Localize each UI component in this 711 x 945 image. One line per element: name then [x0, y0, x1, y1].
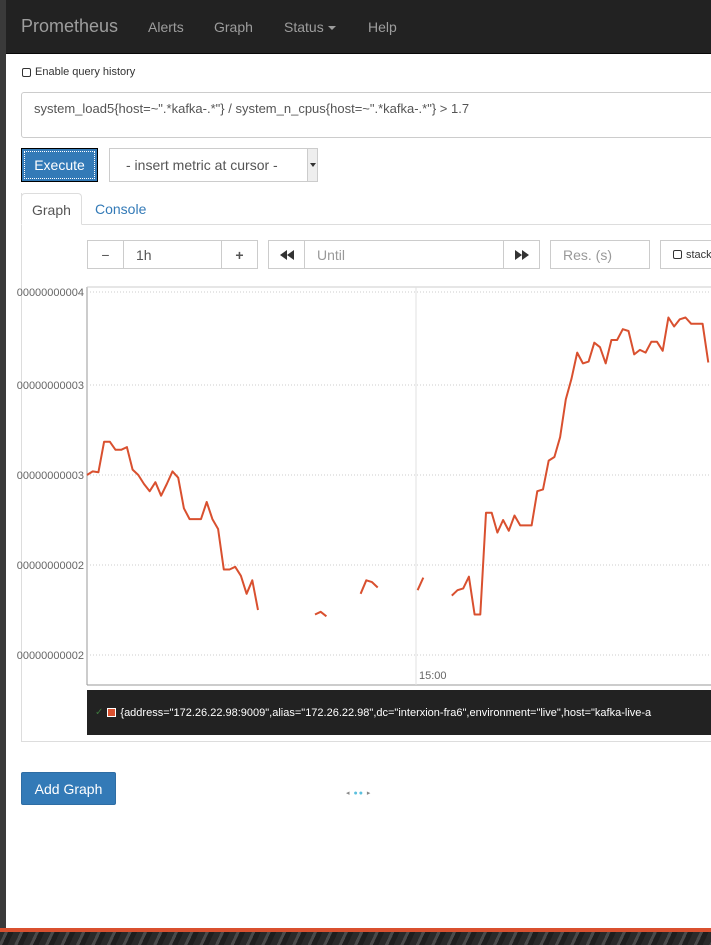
forward-button[interactable]: [503, 240, 540, 269]
stacked-checkbox[interactable]: [673, 250, 682, 259]
caret-down-icon: [327, 26, 336, 31]
y-tick-label: 00000000003: [17, 380, 84, 392]
x-tick-label: 15:00: [419, 670, 447, 682]
y-tick-label: 00000000004: [17, 287, 84, 299]
series-line: [314, 610, 328, 618]
series-line: [451, 316, 710, 616]
check-icon: ✓: [95, 707, 104, 718]
nav-status-label: Status: [284, 19, 324, 35]
select-arrow-icon: [307, 149, 317, 181]
range-input[interactable]: 1h: [123, 240, 222, 269]
nav-status[interactable]: Status: [284, 19, 336, 35]
resolution-input[interactable]: Res. (s): [550, 240, 650, 269]
tab-graph[interactable]: Graph: [21, 193, 82, 225]
add-graph-button[interactable]: Add Graph: [21, 772, 116, 805]
metric-select[interactable]: - insert metric at cursor -: [109, 148, 318, 182]
brand-link[interactable]: Prometheus: [21, 16, 118, 37]
expression-input[interactable]: system_load5{host=~".*kafka-.*"} / syste…: [21, 92, 711, 138]
y-tick-label: 00000000002: [17, 650, 84, 662]
navbar: Prometheus Alerts Graph Status Help: [6, 0, 711, 54]
back-button[interactable]: [268, 240, 305, 269]
legend-series-label[interactable]: {address="172.26.22.98:9009",alias="172.…: [120, 707, 651, 719]
series-line: [416, 577, 425, 591]
stacked-label: stack: [686, 248, 711, 261]
series-swatch: [107, 708, 117, 717]
y-tick-label: 00000000003: [17, 470, 84, 482]
panel-tabs: Graph Console: [21, 193, 711, 225]
series-line: [86, 440, 259, 611]
fast-backward-icon: [279, 249, 294, 260]
nav-help[interactable]: Help: [368, 19, 397, 35]
y-tick-label: 00000000002: [17, 560, 84, 572]
browser-window: Prometheus Alerts Graph Status Help Enab…: [6, 0, 711, 928]
loading-spinner-icon: ◂ ●● ▸: [346, 790, 372, 797]
until-input[interactable]: Until: [304, 240, 504, 269]
fast-forward-icon: [514, 249, 529, 260]
query-history-toggle[interactable]: Enable query history: [22, 66, 135, 78]
series-line: [359, 579, 379, 595]
nav-alerts[interactable]: Alerts: [148, 19, 184, 35]
range-minus-button[interactable]: −: [87, 240, 124, 269]
range-plus-button[interactable]: +: [221, 240, 258, 269]
metric-select-value: - insert metric at cursor -: [126, 157, 278, 173]
stacked-toggle[interactable]: stack: [660, 240, 711, 269]
graph-legend: ✓ {address="172.26.22.98:9009",alias="17…: [87, 690, 711, 735]
line-chart: 00000000004 00000000003 00000000003 0000000…: [17, 286, 711, 686]
tab-console[interactable]: Console: [85, 193, 156, 225]
execute-button[interactable]: Execute: [21, 148, 98, 182]
history-checkbox[interactable]: [22, 67, 31, 77]
history-label: Enable query history: [35, 66, 136, 78]
graph-area: 00000000004 00000000003 00000000003 0000000…: [6, 285, 711, 690]
desktop-bottom-strip: [0, 928, 711, 945]
nav-graph[interactable]: Graph: [214, 19, 253, 35]
